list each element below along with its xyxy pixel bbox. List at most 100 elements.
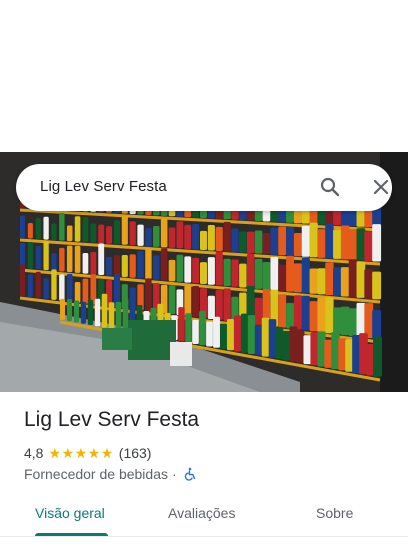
bottle bbox=[74, 216, 81, 242]
place-tabs: Visão geral Avaliações Sobre bbox=[0, 496, 408, 540]
bottle bbox=[223, 221, 231, 252]
close-icon[interactable] bbox=[369, 175, 393, 199]
bottle bbox=[270, 227, 279, 255]
bottle bbox=[240, 313, 249, 353]
bottle bbox=[215, 251, 223, 286]
bottle bbox=[220, 323, 227, 349]
search-query-text[interactable]: Lig Lev Serv Festa bbox=[40, 178, 167, 195]
bottle bbox=[356, 261, 366, 298]
search-bar[interactable]: Lig Lev Serv Festa bbox=[16, 164, 392, 211]
bottle bbox=[184, 285, 192, 317]
bottle bbox=[185, 313, 192, 343]
bottle bbox=[286, 255, 295, 292]
bottle bbox=[325, 223, 334, 259]
place-title: Lig Lev Serv Festa bbox=[24, 408, 200, 431]
green-basket bbox=[102, 328, 132, 350]
bottle bbox=[90, 223, 97, 243]
rating-row[interactable]: 4,8 ★ ★ ★ ★ ★ (163) bbox=[24, 444, 151, 462]
bottle bbox=[207, 224, 215, 251]
bottle bbox=[73, 300, 80, 323]
bottle bbox=[233, 315, 242, 352]
bottle bbox=[184, 224, 192, 249]
bottle bbox=[303, 335, 312, 365]
bottle bbox=[364, 231, 374, 261]
bottle bbox=[239, 231, 247, 253]
bottle bbox=[35, 271, 41, 298]
bottle bbox=[317, 297, 326, 333]
white-bag bbox=[170, 342, 192, 366]
bottle bbox=[317, 229, 326, 258]
bottle bbox=[121, 254, 128, 278]
bottle bbox=[278, 294, 287, 328]
bottle bbox=[113, 220, 120, 245]
bottle bbox=[145, 278, 152, 312]
bottle bbox=[82, 253, 89, 274]
star-icon: ★ bbox=[48, 445, 62, 461]
bottle bbox=[129, 221, 136, 246]
bottle bbox=[160, 218, 168, 248]
green-basket bbox=[128, 320, 176, 360]
bottle bbox=[309, 301, 318, 332]
search-icon[interactable] bbox=[318, 175, 342, 199]
bottle bbox=[247, 315, 256, 355]
bottle bbox=[289, 326, 298, 362]
bottle bbox=[278, 264, 287, 291]
bottle bbox=[101, 293, 108, 328]
tab-about[interactable]: Sobre bbox=[316, 505, 353, 521]
bottle bbox=[223, 288, 231, 321]
bottle bbox=[207, 257, 215, 285]
bottle bbox=[372, 271, 382, 300]
star-icon: ★ bbox=[61, 445, 75, 461]
bottle bbox=[310, 332, 319, 366]
bottle bbox=[145, 227, 152, 247]
bottle bbox=[129, 254, 136, 278]
bottle bbox=[20, 264, 25, 296]
tab-overview[interactable]: Visão geral bbox=[35, 505, 105, 521]
bottle bbox=[317, 268, 326, 295]
bottle bbox=[192, 286, 200, 318]
star-icon: ★ bbox=[74, 445, 88, 461]
tabs-divider bbox=[0, 536, 408, 537]
star-icon: ★ bbox=[100, 445, 114, 461]
bottle bbox=[184, 256, 192, 283]
bottle bbox=[192, 224, 200, 250]
bottle bbox=[293, 295, 302, 330]
bottle bbox=[340, 225, 350, 260]
bottle bbox=[98, 224, 105, 244]
bottle bbox=[137, 224, 144, 246]
bottle bbox=[168, 285, 176, 315]
bottle bbox=[59, 274, 65, 301]
bottle bbox=[372, 310, 382, 340]
bottle bbox=[282, 331, 291, 361]
bottle bbox=[340, 267, 350, 297]
bottle bbox=[254, 297, 263, 325]
bottle bbox=[59, 247, 65, 272]
bottle bbox=[98, 243, 105, 275]
tab-reviews[interactable]: Avaliações bbox=[168, 505, 235, 521]
bottle bbox=[231, 259, 239, 287]
bottle bbox=[262, 233, 271, 255]
bottle bbox=[106, 256, 113, 276]
bottle bbox=[115, 301, 122, 331]
bottle bbox=[356, 302, 366, 338]
bottle bbox=[254, 258, 263, 289]
category-row: Fornecedor de bebidas · bbox=[24, 465, 197, 483]
bottle bbox=[356, 228, 366, 261]
bottle bbox=[309, 222, 318, 258]
bottle bbox=[293, 263, 302, 293]
bottle bbox=[231, 228, 239, 253]
bottle bbox=[270, 257, 279, 291]
bottle bbox=[59, 212, 65, 241]
bottle bbox=[364, 269, 374, 299]
bottle bbox=[121, 216, 128, 245]
bottle bbox=[43, 278, 49, 299]
bottle bbox=[176, 254, 184, 282]
bottle bbox=[192, 257, 200, 284]
bottle bbox=[278, 226, 287, 256]
bottle bbox=[223, 258, 231, 287]
rating-value: 4,8 bbox=[24, 445, 44, 461]
bottle bbox=[239, 263, 247, 288]
bottle bbox=[82, 217, 89, 243]
bottle bbox=[293, 232, 302, 257]
review-count[interactable]: (163) bbox=[119, 445, 152, 461]
